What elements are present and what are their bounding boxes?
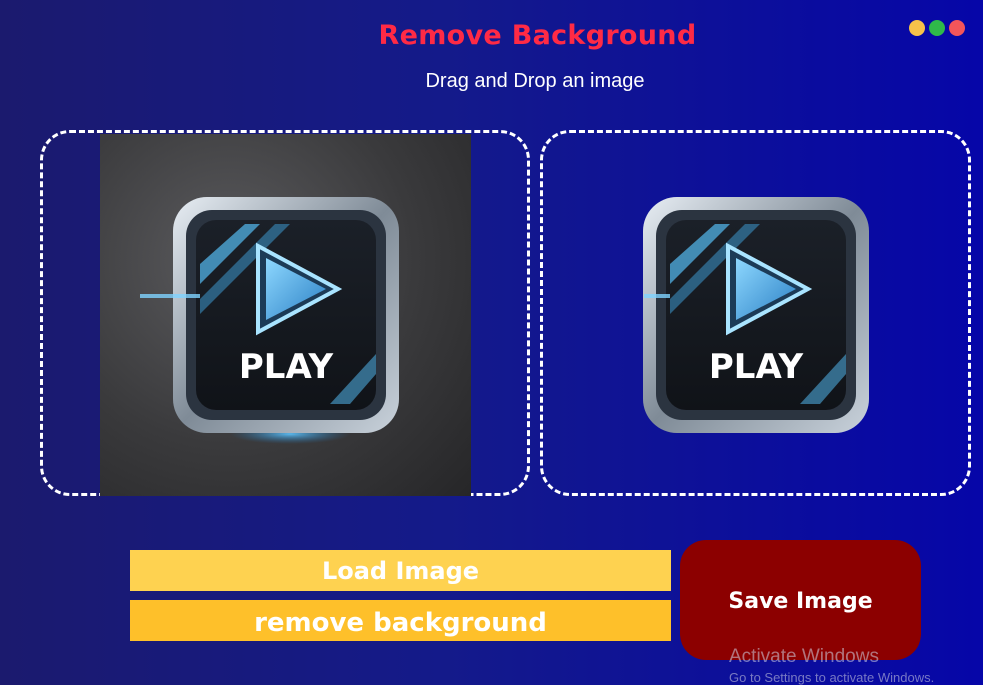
save-image-button[interactable]: Save Image: [680, 540, 921, 660]
close-dot[interactable]: [949, 20, 965, 36]
drop-instruction: Drag and Drop an image: [425, 70, 645, 92]
result-image: PLAY: [570, 134, 941, 496]
remove-background-button[interactable]: remove background: [130, 600, 671, 641]
maximize-dot[interactable]: [929, 20, 945, 36]
play-label: PLAY: [239, 347, 334, 387]
activate-windows-watermark: Activate Windows Go to Settings to activ…: [729, 646, 934, 685]
window-controls: [909, 20, 965, 36]
play-button-icon: PLAY: [643, 197, 869, 433]
original-image: PLAY: [100, 134, 471, 496]
minimize-dot[interactable]: [909, 20, 925, 36]
app-title: Remove Background: [378, 20, 697, 51]
load-image-button[interactable]: Load Image: [130, 550, 671, 591]
play-label: PLAY: [709, 347, 804, 387]
watermark-title: Activate Windows: [729, 646, 879, 667]
play-button-icon: PLAY: [140, 197, 399, 444]
watermark-subtitle: Go to Settings to activate Windows.: [729, 670, 935, 685]
